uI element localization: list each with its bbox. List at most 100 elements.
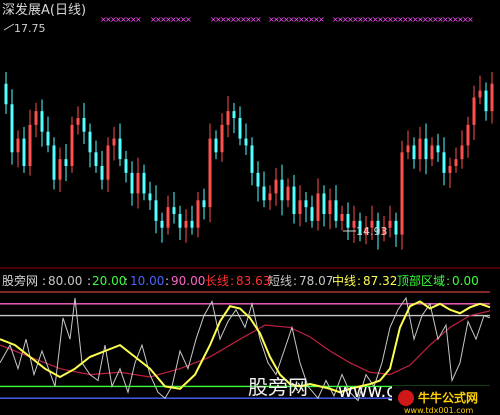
- candle-body: [244, 138, 248, 146]
- candle-body: [406, 145, 410, 153]
- candle-body: [322, 193, 326, 214]
- candle-body: [262, 186, 266, 201]
- level-80-label: 80.00: [48, 274, 82, 288]
- colon-mid: :: [357, 274, 361, 288]
- candle-body: [88, 131, 92, 153]
- candle-body: [154, 200, 158, 221]
- candle-body: [484, 90, 488, 112]
- candle-body: [412, 145, 416, 160]
- candle-body: [388, 220, 392, 228]
- candle-body: [418, 138, 422, 160]
- mid-line-name: 中线: [332, 273, 356, 288]
- chart-canvas: 深发展A(日线) ×××××××× ×××××××× ×××××××××× ×××××…: [0, 2, 500, 415]
- site-logo: 牛牛公式网 www.tdx001.com: [392, 386, 498, 415]
- level-10-label: 10.00: [130, 274, 164, 288]
- candle-body: [202, 200, 206, 208]
- candle-body: [310, 207, 314, 221]
- candle-body: [346, 214, 350, 228]
- candle-body: [172, 207, 176, 214]
- candle-body: [298, 200, 302, 214]
- candle-body: [208, 138, 212, 208]
- mid-line-value: 87.32: [363, 274, 397, 288]
- candle-body: [166, 207, 170, 228]
- candle-body: [64, 159, 68, 166]
- top-zone-name: 顶部区域: [397, 273, 445, 288]
- watermark: 股旁网: [248, 375, 308, 399]
- candlesticks: [4, 72, 494, 250]
- candle-body: [454, 159, 458, 166]
- candle-body: [400, 152, 404, 235]
- candle-body: [160, 220, 164, 228]
- candle-body: [316, 193, 320, 221]
- signal-marker: ×: [185, 15, 192, 24]
- candle-body: [256, 172, 260, 187]
- candle-body: [286, 186, 290, 201]
- candle-body: [238, 118, 242, 139]
- indicator-name: 股旁网: [2, 273, 38, 288]
- main-chart: 深发展A(日线) ×××××××× ×××××××× ×××××××××× ×××××…: [2, 2, 494, 250]
- indicator-panel: [0, 291, 491, 402]
- sep-2: :: [87, 274, 91, 288]
- candle-body: [394, 220, 398, 235]
- candle-body: [472, 97, 476, 125]
- candle-body: [466, 124, 470, 146]
- logo-url: www.tdx001.com: [404, 406, 473, 415]
- candle-body: [226, 111, 230, 125]
- candle-body: [16, 138, 20, 153]
- colon-top: :: [446, 274, 450, 288]
- logo-text: 牛牛公式网: [418, 390, 478, 405]
- candle-body: [40, 111, 44, 132]
- signal-marker: ×: [318, 15, 325, 24]
- candle-body: [142, 172, 146, 194]
- high-arrow: [3, 23, 15, 31]
- low-label: 14.93: [356, 225, 388, 238]
- candle-body: [274, 179, 278, 194]
- candle-body: [424, 138, 428, 160]
- candle-body: [100, 166, 104, 180]
- candle-body: [76, 118, 80, 125]
- candle-body: [304, 200, 308, 208]
- candle-body: [52, 145, 56, 180]
- candle-body: [178, 214, 182, 228]
- candle-body: [268, 193, 272, 201]
- indicator-legend: 股旁网 : 80.00 : 20.00 : 10.00 : 90.00 长线 :…: [2, 273, 479, 288]
- signal-marker: ×: [135, 15, 142, 24]
- candle-body: [448, 166, 452, 173]
- logo-emblem: [398, 390, 414, 406]
- short-line-name: 短线: [268, 274, 292, 288]
- short-line-value: 78.07: [299, 274, 333, 288]
- candle-body: [112, 138, 116, 146]
- candle-body: [436, 145, 440, 153]
- candle-body: [490, 83, 494, 112]
- candle-body: [232, 111, 236, 118]
- high-label: 17.75: [14, 22, 46, 35]
- candle-body: [334, 200, 338, 221]
- candle-body: [328, 200, 332, 214]
- candle-body: [22, 138, 26, 166]
- high-annotation: 17.75: [3, 22, 46, 35]
- level-20-label: 20.00: [92, 274, 126, 288]
- candle-body: [10, 104, 14, 153]
- candle-body: [148, 193, 152, 201]
- candle-body: [82, 118, 86, 132]
- long-line-name: 长线: [205, 274, 229, 288]
- sep-3: :: [124, 274, 128, 288]
- candle-body: [220, 124, 224, 153]
- candle-body: [340, 214, 344, 221]
- candle-body: [292, 186, 296, 214]
- candle-body: [118, 138, 122, 160]
- main-chart-title: 深发展A(日线): [2, 2, 86, 18]
- signal-marker: ×: [255, 15, 262, 24]
- sep-4: :: [165, 274, 169, 288]
- candle-body: [58, 159, 62, 180]
- candle-body: [250, 145, 254, 173]
- candle-body: [4, 83, 8, 105]
- low-annotation: 14.93: [343, 225, 388, 238]
- candle-body: [46, 131, 50, 146]
- signal-marker: ×: [467, 15, 474, 24]
- candle-body: [460, 145, 464, 160]
- candle-body: [124, 159, 128, 173]
- top-zone-value: 0.00: [452, 274, 479, 288]
- candle-body: [196, 200, 200, 228]
- colon-short: :: [293, 274, 297, 288]
